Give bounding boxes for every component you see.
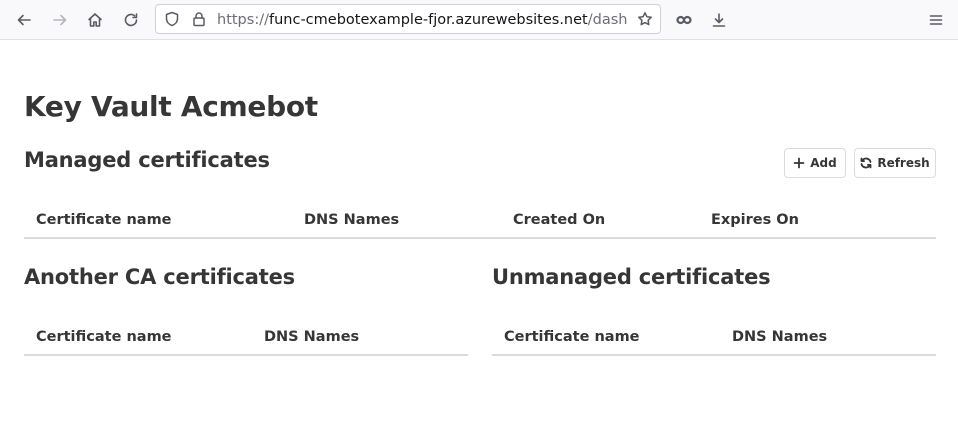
reload-icon — [124, 13, 138, 27]
lock-icon[interactable] — [191, 11, 207, 27]
another-ca-certificates-title: Another CA certificates — [24, 265, 295, 289]
column-header-certificate-name[interactable]: Certificate name — [504, 329, 640, 345]
mask-icon — [676, 15, 692, 25]
unmanaged-certificates-table: Certificate name DNS Names — [492, 320, 936, 356]
page-title: Key Vault Acmebot — [24, 90, 318, 123]
shield-icon[interactable] — [164, 11, 180, 27]
column-header-dns-names[interactable]: DNS Names — [264, 329, 359, 345]
menu-button[interactable] — [922, 6, 950, 34]
browser-toolbar: https://func-cmebotexample-fjor.azureweb… — [0, 0, 958, 40]
add-button-label: Add — [810, 156, 837, 170]
forward-button[interactable] — [46, 6, 74, 34]
hamburger-menu-icon — [929, 15, 943, 25]
refresh-button-label: Refresh — [877, 156, 930, 170]
another-ca-certificates-table: Certificate name DNS Names — [24, 320, 468, 356]
column-header-dns-names[interactable]: DNS Names — [732, 329, 827, 345]
refresh-icon — [860, 157, 872, 169]
managed-certificates-title: Managed certificates — [24, 148, 270, 172]
bookmark-star-icon[interactable] — [637, 11, 653, 27]
refresh-button[interactable]: Refresh — [854, 148, 936, 178]
home-button[interactable] — [81, 6, 109, 34]
home-icon — [88, 13, 102, 27]
address-bar[interactable]: https://func-cmebotexample-fjor.azureweb… — [155, 4, 661, 34]
forward-arrow-icon — [53, 14, 67, 26]
back-button[interactable] — [10, 6, 38, 34]
add-button[interactable]: Add — [784, 148, 846, 178]
column-header-certificate-name[interactable]: Certificate name — [36, 212, 172, 228]
column-header-certificate-name[interactable]: Certificate name — [36, 329, 172, 345]
url-scheme: https:// — [217, 12, 269, 28]
url-host: func-cmebotexample-fjor.azurewebsites.ne… — [268, 12, 588, 28]
reload-button[interactable] — [117, 6, 145, 34]
managed-certificates-table: Certificate name DNS Names Created On Ex… — [24, 203, 936, 239]
downloads-button[interactable] — [705, 6, 733, 34]
unmanaged-certificates-title: Unmanaged certificates — [492, 265, 771, 289]
column-header-expires-on[interactable]: Expires On — [711, 212, 799, 228]
private-browsing-button[interactable] — [670, 6, 698, 34]
download-icon — [712, 13, 726, 27]
back-arrow-icon — [17, 14, 31, 26]
url-text[interactable]: https://func-cmebotexample-fjor.azureweb… — [217, 11, 627, 29]
column-header-created-on[interactable]: Created On — [513, 212, 605, 228]
plus-icon — [793, 157, 805, 169]
column-header-dns-names[interactable]: DNS Names — [304, 212, 399, 228]
url-path: /dashboard — [587, 12, 627, 28]
